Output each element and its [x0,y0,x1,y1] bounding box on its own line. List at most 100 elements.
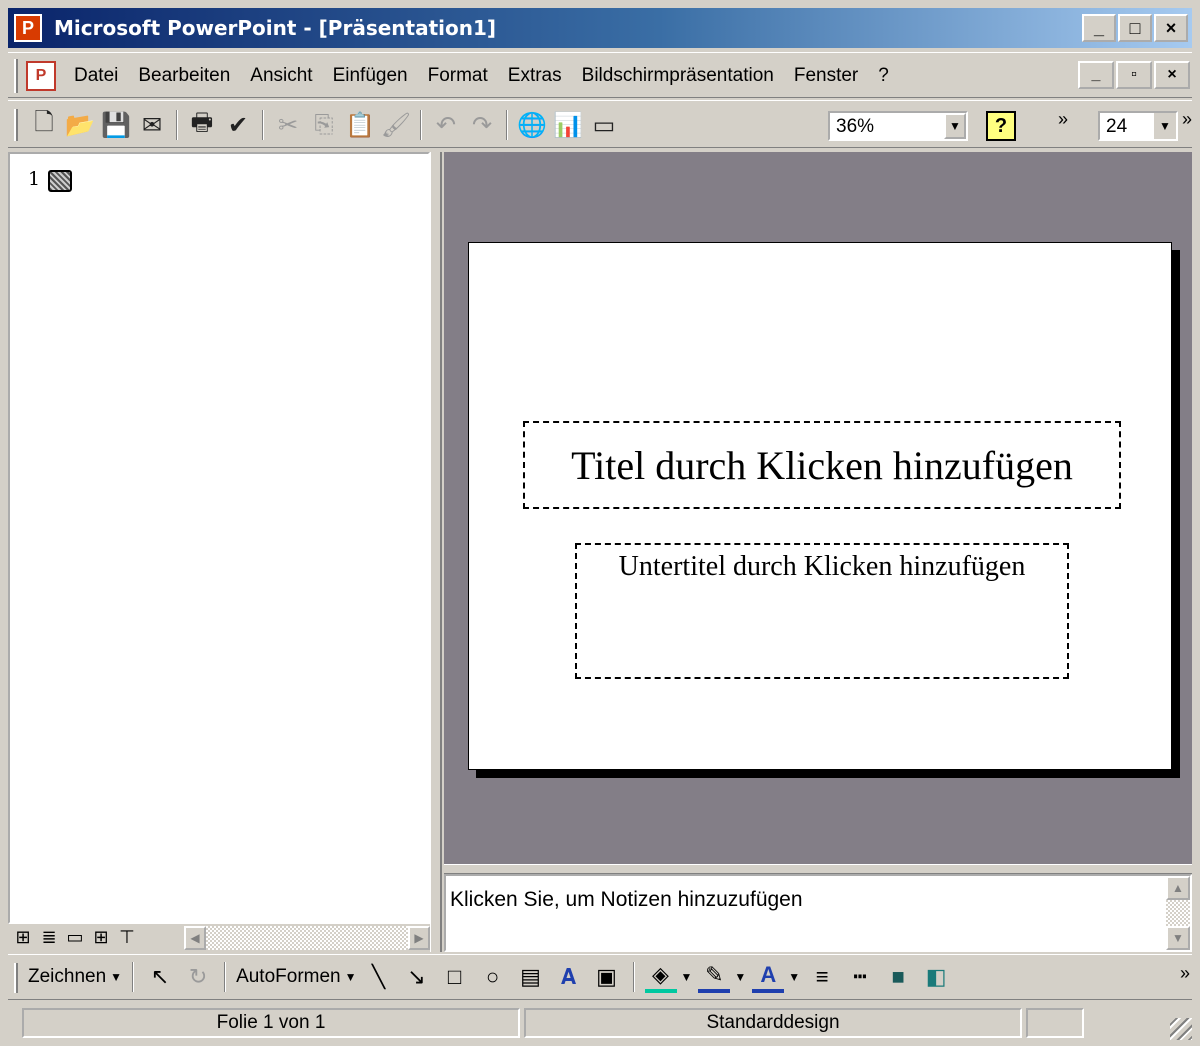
chart-icon[interactable]: 📊 [552,109,584,141]
scroll-right-icon[interactable]: ▶ [408,926,430,950]
oval-icon[interactable]: ○ [477,961,509,993]
outline-pane[interactable]: 1 [8,152,430,924]
arrow-icon[interactable]: ↘ [401,961,433,993]
slide-thumbnail-icon[interactable] [48,170,72,192]
chevron-down-icon[interactable]: ▼ [734,970,746,984]
toolbar-more-icon[interactable]: » [1182,109,1192,130]
3d-icon[interactable]: ◧ [920,961,952,993]
zoom-value: 36% [836,116,875,137]
drawing-items: Zeichnen ▼ ↖ ↻ AutoFormen ▼ ╲ ↘ □ ○ ▤ 𝐀 … [28,961,952,993]
print-icon[interactable]: 🖶 [186,109,218,141]
document-icon[interactable]: P [26,61,56,91]
font-size-select[interactable]: 24 ▼ [1098,111,1178,141]
menubar-grip[interactable] [14,59,18,93]
line-style-icon[interactable]: ≡ [806,961,838,993]
doc-close-button[interactable]: × [1154,61,1190,89]
font-color-icon[interactable]: A [752,961,785,993]
select-pointer-icon[interactable]: ↖ [144,961,176,993]
pane-splitter[interactable] [430,152,442,952]
doc-restore-button[interactable]: ▫ [1116,61,1152,89]
slide-view-icon[interactable]: ▭ [64,926,86,948]
separator [132,962,135,992]
drawing-toolbar: Zeichnen ▼ ↖ ↻ AutoFormen ▼ ╲ ↘ □ ○ ▤ 𝐀 … [8,954,1192,1000]
menu-extras[interactable]: Extras [508,65,562,87]
fill-color-icon[interactable]: ◈ [644,961,677,993]
title-bar: P Microsoft PowerPoint - [Präsentation1]… [8,8,1192,48]
toolbar-more-icon[interactable]: » [1058,109,1068,130]
open-icon[interactable]: 📂 [64,109,96,141]
format-painter-icon[interactable]: 🖌 [380,109,412,141]
subtitle-placeholder[interactable]: Untertitel durch Klicken hinzufügen [575,543,1069,679]
menu-fenster[interactable]: Fenster [794,65,858,87]
normal-view-icon[interactable]: ⊞ [12,926,34,948]
draw-menu-button[interactable]: Zeichnen [28,966,106,988]
rectangle-icon[interactable]: □ [439,961,471,993]
outline-view-icon[interactable]: ≣ [38,926,60,948]
notes-pane[interactable]: Klicken Sie, um Notizen hinzuzufügen ▲ ▼ [444,874,1192,952]
separator [262,110,264,140]
powerpoint-icon[interactable]: P [14,14,42,42]
minimize-button[interactable]: _ [1082,14,1116,42]
paste-icon[interactable]: 📋 [344,109,376,141]
slide-canvas[interactable]: Titel durch Klicken hinzufügen Untertite… [468,242,1172,770]
menu-ansicht[interactable]: Ansicht [250,65,312,87]
vertical-scrollbar[interactable]: ▲ ▼ [1166,876,1190,950]
line-color-icon[interactable]: ✎ [698,961,731,993]
scroll-down-icon[interactable]: ▼ [1166,926,1190,950]
textbox-icon[interactable]: ▤ [515,961,547,993]
menu-bearbeiten[interactable]: Bearbeiten [138,65,230,87]
menu-list: Datei Bearbeiten Ansicht Einfügen Format… [74,65,889,87]
maximize-button[interactable]: □ [1118,14,1152,42]
chevron-down-icon[interactable]: ▼ [110,970,122,984]
cut-icon[interactable]: ✂ [272,109,304,141]
menu-bildschirmpraesentation[interactable]: Bildschirmpräsentation [582,65,774,87]
menu-bar: P Datei Bearbeiten Ansicht Einfügen Form… [8,52,1192,98]
spelling-icon[interactable]: ✔ [222,109,254,141]
line-icon[interactable]: ╲ [363,961,395,993]
clipart-icon[interactable]: ▣ [591,961,623,993]
horizontal-scrollbar[interactable]: ◀ ▶ [184,926,430,950]
new-slide-icon[interactable]: ▭ [588,109,620,141]
new-icon[interactable]: 🗋 [28,109,60,141]
undo-icon[interactable]: ↶ [430,109,462,141]
standard-toolbar: 🗋 📂 💾 ✉ 🖶 ✔ ✂ ⎘ 📋 🖌 ↶ ↷ 🌐 📊 ▭ 36% ▼ ? » … [8,100,1192,148]
slide-number: 1 [28,168,41,190]
title-placeholder[interactable]: Titel durch Klicken hinzufügen [523,421,1121,509]
toolbar-more-icon[interactable]: » [1180,963,1190,984]
slide-sorter-icon[interactable]: ⊞ [90,926,112,948]
shadow-icon[interactable]: ■ [882,961,914,993]
menu-datei[interactable]: Datei [74,65,118,87]
menu-help[interactable]: ? [878,65,889,87]
notes-splitter[interactable] [444,864,1192,874]
chevron-down-icon[interactable]: ▼ [788,970,800,984]
toolbar-icons: 🗋 📂 💾 ✉ 🖶 ✔ ✂ ⎘ 📋 🖌 ↶ ↷ 🌐 📊 ▭ [28,109,620,141]
resize-grip-icon[interactable] [1170,1018,1192,1040]
design-status: Standarddesign [524,1008,1022,1038]
autoshapes-button[interactable]: AutoFormen [236,966,341,988]
save-icon[interactable]: 💾 [100,109,132,141]
notes-placeholder[interactable]: Klicken Sie, um Notizen hinzuzufügen [450,888,803,912]
view-buttons: ⊞ ≣ ▭ ⊞ ⊤ [12,926,138,948]
chevron-down-icon[interactable]: ▼ [345,970,357,984]
scroll-up-icon[interactable]: ▲ [1166,876,1190,900]
chevron-down-icon[interactable]: ▼ [944,113,966,139]
help-icon[interactable]: ? [986,111,1016,141]
dash-style-icon[interactable]: ┅ [844,961,876,993]
menu-einfuegen[interactable]: Einfügen [333,65,408,87]
zoom-select[interactable]: 36% ▼ [828,111,968,141]
copy-icon[interactable]: ⎘ [308,109,340,141]
menu-format[interactable]: Format [428,65,488,87]
chevron-down-icon[interactable]: ▼ [1154,113,1176,139]
redo-icon[interactable]: ↷ [466,109,498,141]
toolbar-grip[interactable] [14,109,18,141]
chevron-down-icon[interactable]: ▼ [681,970,693,984]
free-rotate-icon[interactable]: ↻ [182,961,214,993]
hyperlink-icon[interactable]: 🌐 [516,109,548,141]
close-button[interactable]: × [1154,14,1188,42]
drawbar-grip[interactable] [14,963,18,993]
slideshow-icon[interactable]: ⊤ [116,926,138,948]
doc-minimize-button[interactable]: _ [1078,61,1114,89]
wordart-icon[interactable]: 𝐀 [553,961,585,993]
email-icon[interactable]: ✉ [136,109,168,141]
scroll-left-icon[interactable]: ◀ [184,926,206,950]
